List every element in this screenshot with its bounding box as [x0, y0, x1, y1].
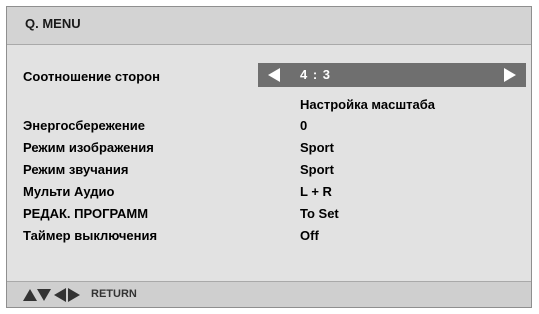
menu-item-value: To Set [300, 206, 339, 221]
menu-item-label: Таймер выключения [23, 228, 158, 243]
menu-item-value: 0 [300, 118, 308, 133]
menu-item-multi-audio[interactable]: Мульти Аудио L + R [7, 181, 531, 203]
menu-item-program-edit[interactable]: РЕДАК. ПРОГРАММ To Set [7, 203, 531, 225]
menu-item-label: Режим изображения [23, 140, 154, 155]
menu-item-label: Энергосбережение [23, 118, 145, 133]
aspect-ratio-value: 4 : 3 [300, 67, 332, 82]
menu-item-picture-mode[interactable]: Режим изображения Sport [7, 137, 531, 159]
aspect-ratio-selector[interactable]: 4 : 3 [258, 63, 526, 87]
left-arrow-icon [54, 288, 66, 302]
menu-title-bar: Q. MENU [7, 7, 531, 45]
menu-item-sound-mode[interactable]: Режим звучания Sport [7, 159, 531, 181]
down-arrow-icon [37, 289, 51, 301]
menu-item-value: Sport [300, 140, 334, 155]
menu-item-value: Sport [300, 162, 334, 177]
menu-item-energy-saving[interactable]: Энергосбережение 0 [7, 115, 531, 137]
menu-item-label: Мульти Аудио [23, 184, 115, 199]
menu-item-value: Off [300, 228, 319, 243]
navigation-hint [23, 288, 93, 302]
left-arrow-icon[interactable] [268, 68, 280, 82]
zoom-setting-option[interactable]: Настройка масштаба [300, 97, 435, 112]
up-arrow-icon [23, 289, 37, 301]
quick-menu-panel: Q. MENU Соотношение сторон 4 : 3 Настрой… [6, 6, 532, 308]
menu-item-label: Режим звучания [23, 162, 129, 177]
menu-item-label: Соотношение сторон [23, 69, 160, 84]
menu-item-value: L + R [300, 184, 332, 199]
right-arrow-icon[interactable] [504, 68, 516, 82]
menu-title: Q. MENU [25, 16, 81, 31]
menu-item-label: РЕДАК. ПРОГРАММ [23, 206, 149, 221]
right-arrow-icon [68, 288, 80, 302]
menu-item-sleep-timer[interactable]: Таймер выключения Off [7, 225, 531, 247]
menu-footer: RETURN [7, 281, 531, 307]
return-hint: RETURN [91, 288, 137, 300]
